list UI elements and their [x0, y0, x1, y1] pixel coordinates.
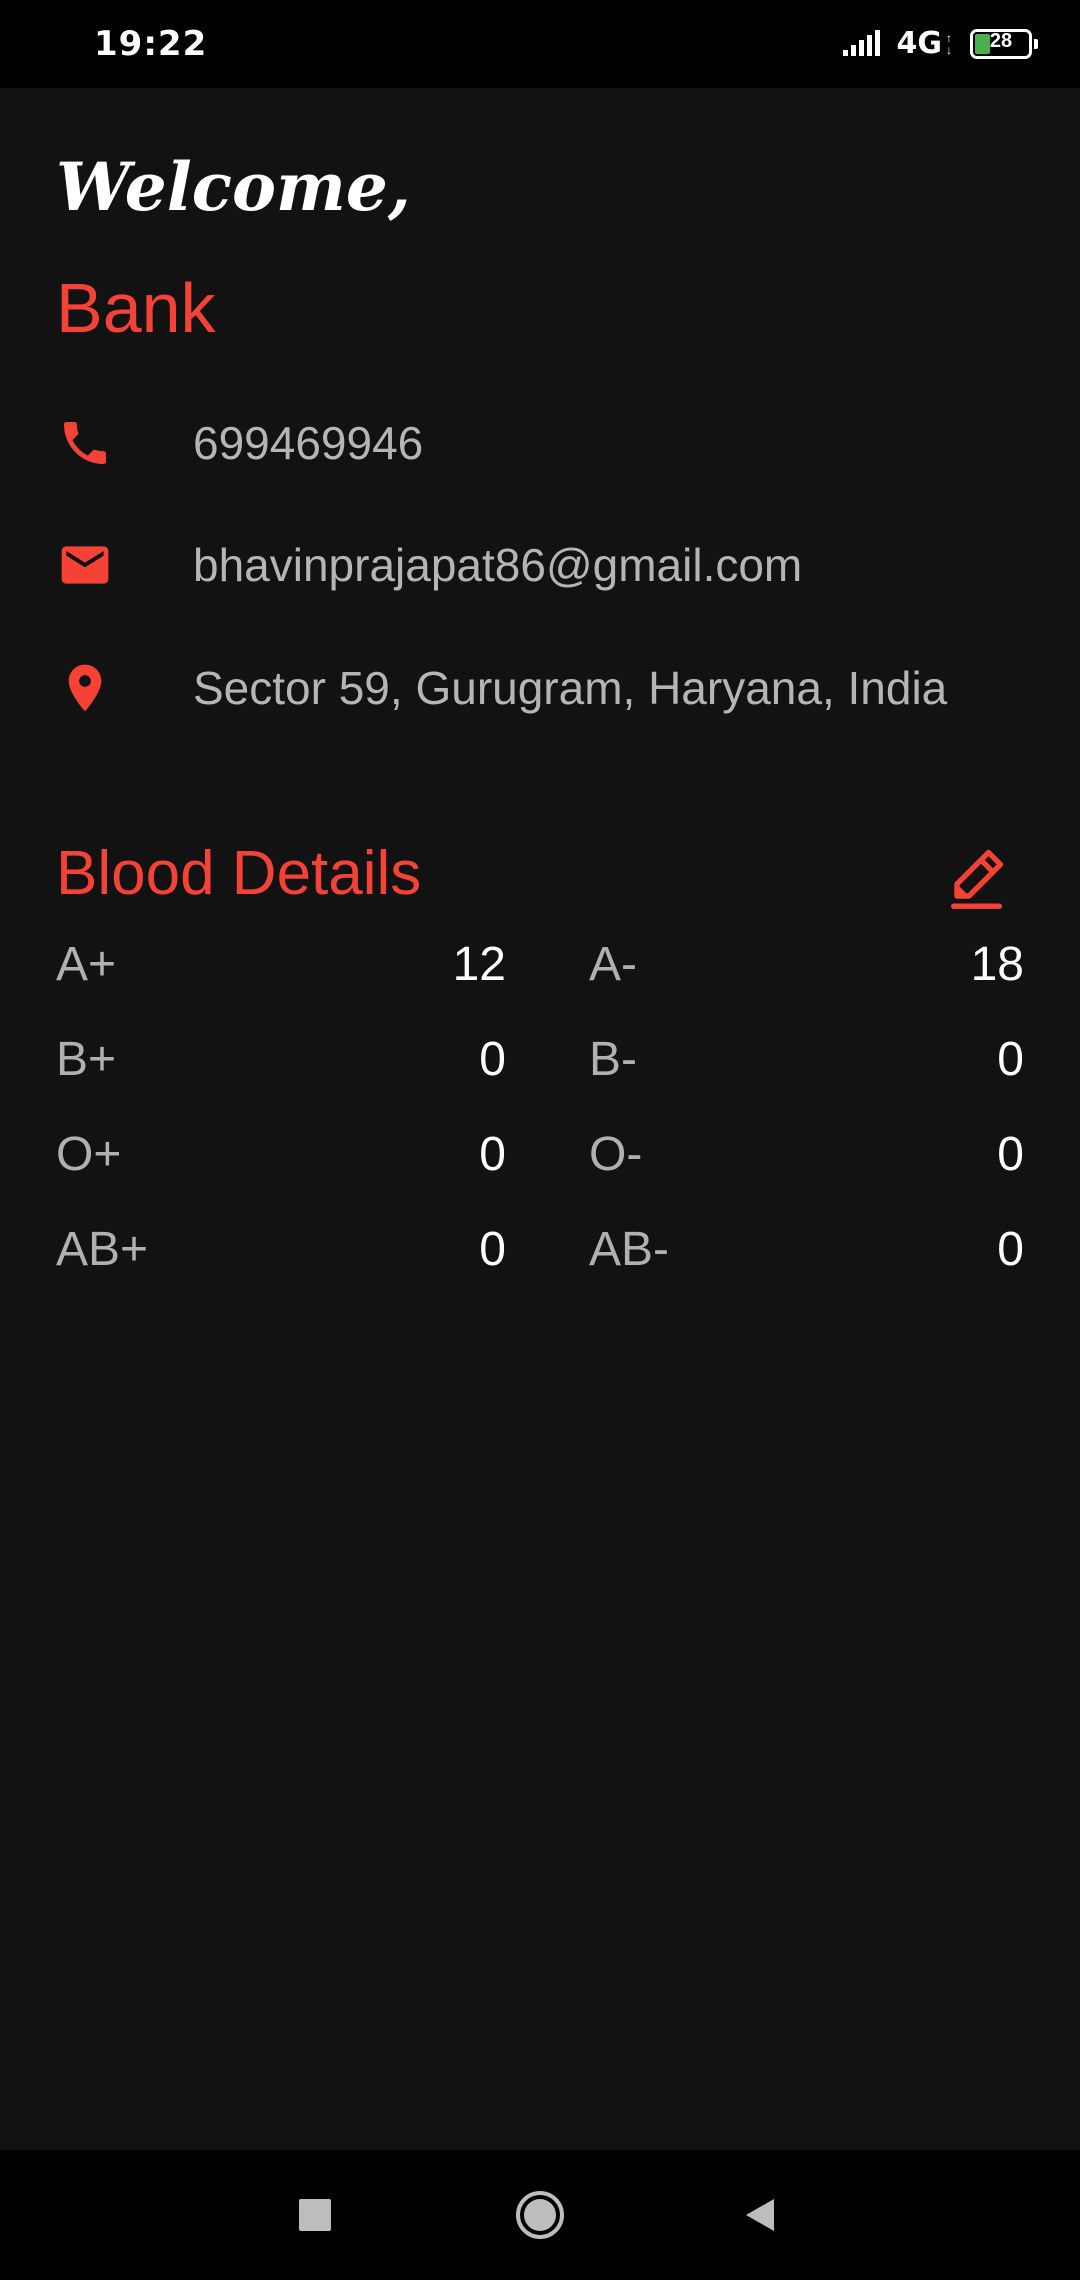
blood-type-label: B-	[589, 1032, 637, 1086]
blood-row: AB+ 0	[56, 1219, 506, 1279]
blood-row: A+ 12	[56, 934, 506, 994]
blood-count: 0	[479, 1032, 506, 1086]
blood-type-label: AB-	[589, 1222, 670, 1276]
recents-button[interactable]	[280, 2180, 350, 2250]
home-button[interactable]	[505, 2180, 575, 2250]
blood-row: O+ 0	[56, 1124, 506, 1184]
phone-icon	[56, 414, 114, 472]
address-text: Sector 59, Gurugram, Haryana, India	[193, 662, 948, 714]
back-button[interactable]	[725, 2180, 795, 2250]
blood-type-label: O+	[56, 1127, 122, 1181]
blood-type-label: A+	[56, 937, 117, 991]
signal-strength-icon	[842, 30, 880, 56]
welcome-heading: Welcome,	[56, 148, 411, 226]
blood-row: B+ 0	[56, 1029, 506, 1089]
battery-level: 28	[989, 30, 1013, 52]
bank-name: Bank	[56, 269, 216, 347]
blood-type-label: O-	[589, 1127, 643, 1181]
status-time: 19:22	[94, 24, 208, 64]
data-activity-icon: ↑ ↓	[946, 31, 952, 57]
blood-type-label: B+	[56, 1032, 117, 1086]
blood-type-label: A-	[589, 937, 637, 991]
blood-count: 0	[997, 1127, 1024, 1181]
email-address: bhavinprajapat86@gmail.com	[193, 539, 803, 591]
blood-count: 18	[970, 937, 1024, 991]
phone-row: 699469946	[56, 408, 1036, 478]
blood-details-title: Blood Details	[56, 839, 422, 908]
square-icon	[299, 2199, 331, 2231]
blood-row: A- 18	[589, 934, 1024, 994]
blood-type-label: AB+	[56, 1222, 149, 1276]
edit-blood-button[interactable]	[940, 840, 1016, 916]
blood-row: O- 0	[589, 1124, 1024, 1184]
navigation-bar	[0, 2150, 1080, 2280]
main-content: Welcome, Bank 699469946 bhavinprajapat86…	[0, 88, 1080, 2150]
blood-row: B- 0	[589, 1029, 1024, 1089]
address-row: Sector 59, Gurugram, Haryana, India	[56, 653, 1036, 723]
circle-icon	[516, 2191, 564, 2239]
blood-row: AB- 0	[589, 1219, 1024, 1279]
blood-count: 0	[997, 1032, 1024, 1086]
status-indicators: 4G ↑ ↓ 28	[842, 24, 1038, 64]
phone-number: 699469946	[193, 417, 424, 469]
location-pin-icon	[56, 659, 114, 717]
network-type: 4G	[896, 26, 943, 61]
blood-count: 12	[452, 937, 506, 991]
mail-icon	[56, 536, 114, 594]
email-row: bhavinprajapat86@gmail.com	[56, 530, 1036, 600]
status-bar: 19:22 4G ↑ ↓ 28	[0, 0, 1080, 88]
blood-count: 0	[997, 1222, 1024, 1276]
pencil-icon	[951, 849, 1004, 909]
blood-count: 0	[479, 1222, 506, 1276]
triangle-back-icon	[746, 2199, 774, 2231]
battery-icon: 28	[970, 29, 1038, 59]
blood-count: 0	[479, 1127, 506, 1181]
